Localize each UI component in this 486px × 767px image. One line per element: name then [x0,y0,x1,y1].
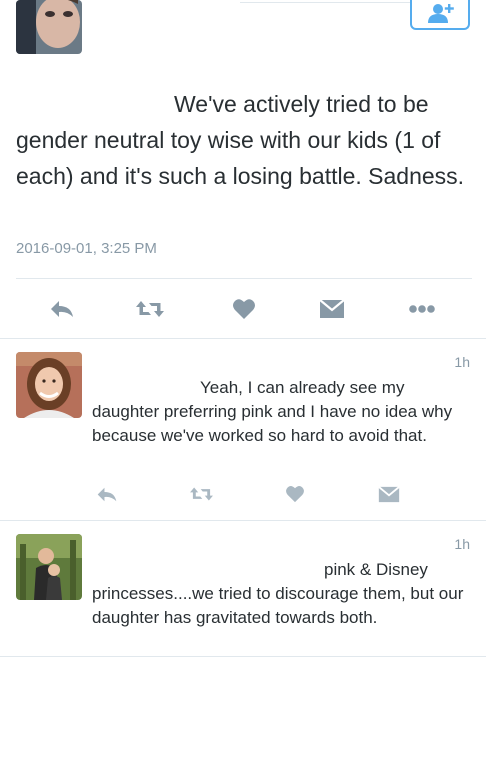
tweet-text-body: gender neutral toy wise with our kids (1… [16,127,465,189]
retweet-icon [189,487,213,501]
tweet-text-line1: We've actively tried to be [174,91,429,117]
like-button[interactable] [226,296,262,322]
divider [16,278,472,279]
reply-icon [51,301,73,317]
reply-text-body: daughter preferring pink and I have no i… [92,402,453,445]
add-user-icon [428,4,454,23]
avatar[interactable] [16,0,82,54]
like-button[interactable] [280,482,310,506]
reply-actions [0,482,486,508]
divider [240,2,410,3]
more-icon [409,305,435,313]
reply-text-line1: pink & Disney [324,560,428,579]
message-icon [319,299,345,318]
like-icon [286,486,304,503]
retweet-button[interactable] [186,482,216,506]
message-button[interactable] [374,482,404,506]
reply-text-line1: Yeah, I can already see my [200,378,405,397]
reply-avatar[interactable] [16,352,82,418]
profile-header [0,0,486,56]
reply-button[interactable] [92,482,122,506]
divider [0,520,486,521]
like-icon [233,299,255,319]
message-button[interactable] [314,296,350,322]
reply-avatar[interactable] [16,534,82,600]
reply-text: pink & Disney princesses....we tried to … [92,558,476,630]
reply-button[interactable] [44,296,80,322]
divider [0,656,486,657]
retweet-button[interactable] [132,296,168,322]
tweet-text: We've actively tried to be gender neutra… [16,86,472,194]
tweet-actions [0,292,486,326]
tweet-timestamp: 2016-09-01, 3:25 PM [16,240,157,257]
reply-time: 1h [454,536,470,552]
reply-text-body: princesses....we tried to discourage the… [92,584,464,627]
more-button[interactable] [404,296,440,322]
reply-icon [97,487,117,501]
message-icon [378,485,400,502]
retweet-icon [136,301,164,317]
reply-time: 1h [454,354,470,370]
follow-button[interactable] [410,0,470,30]
reply-text: Yeah, I can already see my daughter pref… [92,376,476,448]
divider [0,338,486,339]
